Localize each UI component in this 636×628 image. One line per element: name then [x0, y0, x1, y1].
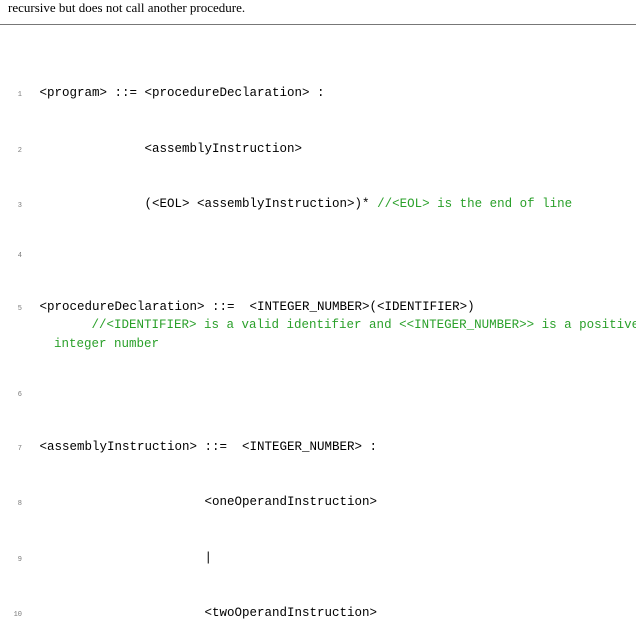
line-number: 3	[10, 201, 22, 211]
line-number: 5	[10, 304, 22, 314]
code-text: |	[32, 549, 212, 568]
caption-fragment: recursive but does not call another proc…	[0, 0, 636, 22]
code-line: 4	[10, 251, 630, 261]
code-line: 3 (<EOL> <assemblyInstruction>)* //<EOL>…	[10, 195, 630, 214]
top-rule	[0, 24, 636, 25]
code-fragment: (<EOL> <assemblyInstruction>)*	[32, 197, 377, 211]
code-text: <assemblyInstruction> ::= <INTEGER_NUMBE…	[32, 438, 377, 457]
code-line: 6	[10, 390, 630, 400]
line-number: 7	[10, 444, 22, 454]
line-number: 1	[10, 90, 22, 100]
comment: //<EOL> is the end of line	[377, 197, 572, 211]
code-text: <procedureDeclaration> ::= <INTEGER_NUMB…	[32, 298, 630, 354]
code-line: 2 <assemblyInstruction>	[10, 140, 630, 159]
comment: //<IDENTIFIER> is a valid identifier and…	[54, 316, 636, 353]
line-number: 9	[10, 555, 22, 565]
grammar-listing: 1 <program> ::= <procedureDeclaration> :…	[0, 29, 636, 628]
code-text: (<EOL> <assemblyInstruction>)* //<EOL> i…	[32, 195, 572, 214]
page: recursive but does not call another proc…	[0, 0, 636, 628]
code-line: 1 <program> ::= <procedureDeclaration> :	[10, 84, 630, 103]
code-text: <oneOperandInstruction>	[32, 493, 377, 512]
line-number: 6	[10, 390, 22, 400]
code-line: 10 <twoOperandInstruction>	[10, 604, 630, 623]
code-line: 9 |	[10, 549, 630, 568]
line-number: 4	[10, 251, 22, 261]
code-line: 7 <assemblyInstruction> ::= <INTEGER_NUM…	[10, 438, 630, 457]
code-text: <program> ::= <procedureDeclaration> :	[32, 84, 325, 103]
line-number: 8	[10, 499, 22, 509]
line-number: 2	[10, 146, 22, 156]
code-line: 8 <oneOperandInstruction>	[10, 493, 630, 512]
code-text: <assemblyInstruction>	[32, 140, 302, 159]
code-text: <twoOperandInstruction>	[32, 604, 377, 623]
code-line: 5 <procedureDeclaration> ::= <INTEGER_NU…	[10, 298, 630, 354]
code-fragment: <procedureDeclaration> ::= <INTEGER_NUMB…	[32, 300, 475, 314]
line-number: 10	[10, 610, 22, 620]
